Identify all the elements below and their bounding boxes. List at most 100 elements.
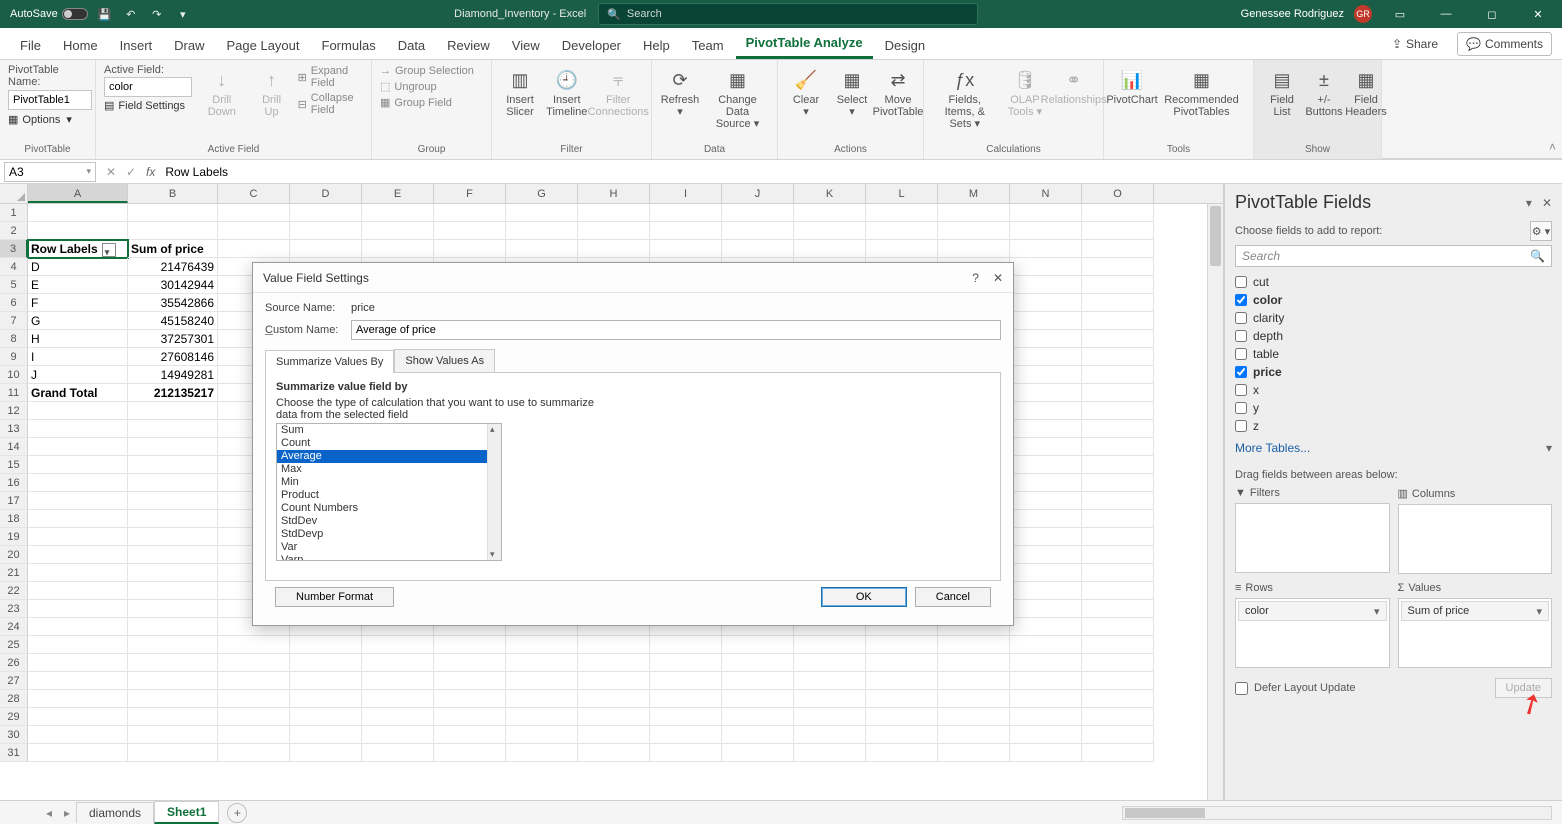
cell[interactable]: J (28, 366, 128, 384)
cell[interactable] (1082, 420, 1154, 438)
cell[interactable] (128, 528, 218, 546)
maximize-icon[interactable]: ◻ (1474, 0, 1510, 28)
cell[interactable] (290, 744, 362, 762)
col-header[interactable]: K (794, 184, 866, 203)
comments-button[interactable]: 💬Comments (1457, 32, 1552, 56)
cell[interactable] (290, 708, 362, 726)
tab-home[interactable]: Home (53, 32, 108, 59)
cell[interactable] (866, 744, 938, 762)
cell[interactable] (28, 582, 128, 600)
cell[interactable] (1082, 294, 1154, 312)
sheet-tab-diamonds[interactable]: diamonds (76, 802, 154, 823)
value-chip[interactable]: Sum of price▾ (1401, 601, 1550, 621)
cell[interactable] (290, 672, 362, 690)
cell[interactable] (218, 204, 290, 222)
expand-field-button[interactable]: ⊞Expand Field (298, 64, 363, 90)
cell[interactable] (128, 726, 218, 744)
cell[interactable] (1010, 474, 1082, 492)
cell[interactable] (218, 654, 290, 672)
cell[interactable] (1010, 312, 1082, 330)
cell[interactable] (28, 546, 128, 564)
field-depth[interactable]: depth (1235, 327, 1552, 345)
user-avatar[interactable]: GR (1354, 5, 1372, 23)
cell[interactable] (938, 744, 1010, 762)
cell[interactable]: E (28, 276, 128, 294)
cell[interactable] (1082, 402, 1154, 420)
cell[interactable] (1010, 636, 1082, 654)
calc-option[interactable]: Product (277, 489, 501, 502)
field-color[interactable]: color (1235, 291, 1552, 309)
cell[interactable] (794, 690, 866, 708)
field-clarity[interactable]: clarity (1235, 309, 1552, 327)
cell[interactable]: 27608146 (128, 348, 218, 366)
cell[interactable] (362, 744, 434, 762)
cell[interactable] (434, 672, 506, 690)
cell[interactable] (1010, 600, 1082, 618)
cell[interactable] (1010, 348, 1082, 366)
save-icon[interactable]: 💾 (96, 5, 114, 23)
ribbon-display-icon[interactable]: ▭ (1382, 0, 1418, 28)
cell[interactable] (578, 690, 650, 708)
cell[interactable] (938, 240, 1010, 258)
cell[interactable]: 21476439 (128, 258, 218, 276)
tab-help[interactable]: Help (633, 32, 680, 59)
calc-option[interactable]: Count (277, 437, 501, 450)
cell[interactable] (650, 240, 722, 258)
cell[interactable] (866, 204, 938, 222)
cell[interactable] (1082, 708, 1154, 726)
field-headers-button[interactable]: ▦Field Headers (1346, 64, 1386, 120)
calc-option[interactable]: Max (277, 463, 501, 476)
cell[interactable] (866, 240, 938, 258)
row-header[interactable]: 4 (0, 258, 28, 276)
calc-option[interactable]: Sum (277, 424, 501, 437)
cell[interactable] (290, 240, 362, 258)
cell[interactable] (362, 240, 434, 258)
cell[interactable] (938, 654, 1010, 672)
cell[interactable] (1010, 258, 1082, 276)
cell[interactable] (506, 204, 578, 222)
cell[interactable] (1082, 636, 1154, 654)
cell[interactable] (722, 636, 794, 654)
cell[interactable] (650, 204, 722, 222)
cell[interactable]: I (28, 348, 128, 366)
cell[interactable] (362, 204, 434, 222)
sheet-nav-prev-icon[interactable]: ◂ (40, 806, 58, 820)
tab-file[interactable]: File (10, 32, 51, 59)
pane-dropdown-icon[interactable]: ▾ (1526, 196, 1532, 210)
row-header[interactable]: 14 (0, 438, 28, 456)
pt-name-input[interactable] (8, 90, 92, 110)
cell[interactable] (794, 636, 866, 654)
pt-options-button[interactable]: ▦Options▾ (8, 112, 72, 127)
cell[interactable] (1010, 204, 1082, 222)
cell[interactable] (794, 654, 866, 672)
cell[interactable] (28, 222, 128, 240)
row-header[interactable]: 18 (0, 510, 28, 528)
col-header[interactable]: G (506, 184, 578, 203)
accept-formula-icon[interactable]: ✓ (122, 165, 140, 179)
cell[interactable] (218, 240, 290, 258)
calc-option[interactable]: Count Numbers (277, 502, 501, 515)
tab-developer[interactable]: Developer (552, 32, 631, 59)
cell[interactable] (938, 690, 1010, 708)
col-header[interactable]: H (578, 184, 650, 203)
collapse-ribbon-icon[interactable]: ˄ (1549, 140, 1556, 154)
cell[interactable] (1082, 744, 1154, 762)
cell[interactable] (1010, 384, 1082, 402)
cell[interactable] (650, 708, 722, 726)
cell[interactable] (218, 744, 290, 762)
cell[interactable] (578, 708, 650, 726)
tab-page-layout[interactable]: Page Layout (217, 32, 310, 59)
cell[interactable]: Sum of price (128, 240, 218, 258)
field-checkbox[interactable] (1235, 312, 1247, 324)
cell[interactable] (722, 240, 794, 258)
cell[interactable] (938, 204, 1010, 222)
cell[interactable] (218, 672, 290, 690)
cell[interactable] (28, 690, 128, 708)
cell[interactable] (128, 402, 218, 420)
cell[interactable] (28, 600, 128, 618)
cell[interactable] (128, 474, 218, 492)
cell[interactable] (128, 744, 218, 762)
cell[interactable] (722, 708, 794, 726)
field-z[interactable]: z (1235, 417, 1552, 435)
values-area[interactable]: ΣValues Sum of price▾ (1398, 582, 1553, 668)
